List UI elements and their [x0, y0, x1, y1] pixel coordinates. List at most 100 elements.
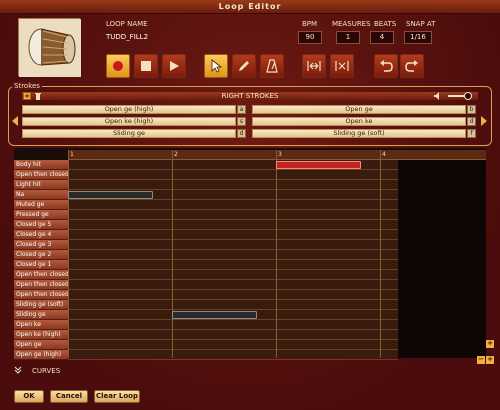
undo-icon [380, 60, 393, 72]
stroke-button-left-3[interactable]: Sliding ge [22, 129, 236, 138]
stroke-button-right-3[interactable]: Sliding ge (soft) [252, 129, 466, 138]
stroke-button-left-1[interactable]: Open ge (high) [22, 105, 236, 114]
measures-label: MEASURES [332, 20, 371, 28]
strokes-next-arrow-icon[interactable] [481, 116, 487, 126]
timeline-ruler[interactable] [68, 150, 486, 160]
metronome-button[interactable] [260, 54, 284, 78]
grid-row[interactable] [68, 340, 398, 350]
row-label[interactable]: Open ke [14, 320, 68, 330]
row-label[interactable]: Closed ge 4 [14, 230, 68, 240]
grid-row[interactable] [68, 280, 398, 290]
row-label[interactable]: Body hit [14, 160, 68, 170]
zoom-in-h-button[interactable]: + [486, 356, 494, 364]
stroke-button-right-2[interactable]: Open ke [252, 117, 466, 126]
row-label[interactable]: Closed ge 2 [14, 250, 68, 260]
ok-button[interactable]: OK [14, 390, 44, 403]
note-block[interactable] [276, 161, 361, 169]
cancel-button[interactable]: Cancel [50, 390, 88, 403]
stroke-key-left-3: d [237, 129, 246, 138]
metronome-icon [266, 59, 278, 73]
loop-name-label: LOOP NAME [106, 20, 148, 28]
grid-row[interactable] [68, 260, 398, 270]
row-label[interactable]: Open ge [14, 340, 68, 350]
strokes-prev-arrow-icon[interactable] [12, 116, 18, 126]
pencil-icon [239, 61, 249, 71]
clear-loop-button[interactable]: Clear Loop [94, 390, 140, 403]
grid-row[interactable] [68, 220, 398, 230]
grid-row[interactable] [68, 250, 398, 260]
zoom-in-button[interactable]: + [486, 340, 494, 348]
beats-field[interactable]: 4 [370, 31, 394, 44]
beat-marker-4: 4 [382, 151, 386, 158]
record-icon [113, 61, 123, 71]
stop-button[interactable] [134, 54, 158, 78]
row-label[interactable]: Na [14, 190, 68, 200]
measures-field[interactable]: 1 [336, 31, 360, 44]
grid-row[interactable] [68, 200, 398, 210]
grid-row[interactable] [68, 270, 398, 280]
row-label[interactable]: Sliding ge (soft) [14, 300, 68, 310]
row-label[interactable]: Open then closed ge [14, 170, 68, 180]
grid-row[interactable] [68, 170, 398, 180]
row-label[interactable]: Open then closed ge (h... [14, 290, 68, 300]
beat-line [172, 150, 173, 358]
row-label[interactable]: Sliding ge [14, 310, 68, 320]
row-label[interactable]: Closed ge 1 [14, 260, 68, 270]
bpm-label: BPM [302, 20, 318, 28]
bpm-field[interactable]: 90 [298, 31, 322, 44]
grid-row[interactable] [68, 230, 398, 240]
stroke-button-left-2[interactable]: Open ke (high) [22, 117, 236, 126]
compress-icon [307, 61, 321, 71]
loop-name-value[interactable]: TUDD_FILL2 [106, 33, 148, 41]
row-label[interactable]: Open then closed ge (h... [14, 280, 68, 290]
expand-chevron-icon[interactable] [14, 366, 22, 374]
curves-label[interactable]: CURVES [32, 367, 60, 375]
beat-line [380, 150, 381, 358]
row-label[interactable]: Closed ge 5 [14, 220, 68, 230]
row-label[interactable]: Open then closed ge [14, 270, 68, 280]
grid-row[interactable] [68, 330, 398, 340]
note-block[interactable] [172, 311, 257, 319]
grid-row[interactable] [68, 350, 398, 360]
expand-button[interactable] [330, 54, 354, 78]
stroke-set-title: RIGHT STROKES [22, 92, 478, 100]
grid-row[interactable] [68, 210, 398, 220]
grid-row[interactable] [68, 300, 398, 310]
row-label[interactable]: Pressed ge [14, 210, 68, 220]
grid-row[interactable] [68, 180, 398, 190]
row-label[interactable]: Open ge (high) [14, 350, 68, 360]
grid-row[interactable] [68, 240, 398, 250]
window-title: Loop Editor [0, 0, 500, 14]
row-label[interactable]: Closed ge 3 [14, 240, 68, 250]
snap-field[interactable]: 1/16 [404, 31, 432, 44]
grid-outside-loop [398, 160, 486, 358]
row-label[interactable]: Muted ge [14, 200, 68, 210]
expand-icon [335, 61, 349, 71]
strokes-section-label: Strokes [12, 82, 42, 90]
beat-marker-1: 1 [70, 151, 74, 158]
beat-line [68, 150, 69, 358]
stroke-key-left-1: a [237, 105, 246, 114]
play-button[interactable] [162, 54, 186, 78]
grid-row[interactable] [68, 290, 398, 300]
row-label[interactable]: Light hit [14, 180, 68, 190]
beats-label: BEATS [374, 20, 397, 28]
row-label[interactable]: Open ke (high) [14, 330, 68, 340]
volume-slider-knob[interactable] [464, 92, 472, 100]
grid-row[interactable] [68, 320, 398, 330]
note-block[interactable] [68, 191, 153, 199]
cursor-icon [211, 59, 223, 73]
redo-button[interactable] [400, 54, 424, 78]
select-tool-button[interactable] [204, 54, 228, 78]
shrink-button[interactable] [302, 54, 326, 78]
draw-tool-button[interactable] [232, 54, 256, 78]
record-button[interactable] [106, 54, 130, 78]
stroke-key-right-3: f [467, 129, 476, 138]
trash-icon[interactable] [34, 92, 42, 100]
add-stroke-button[interactable]: + [23, 92, 31, 100]
undo-button[interactable] [374, 54, 398, 78]
snap-label: SNAP AT [406, 20, 436, 28]
speaker-icon [434, 92, 439, 100]
stroke-button-right-1[interactable]: Open ge [252, 105, 466, 114]
zoom-out-h-button[interactable]: − [477, 356, 485, 364]
